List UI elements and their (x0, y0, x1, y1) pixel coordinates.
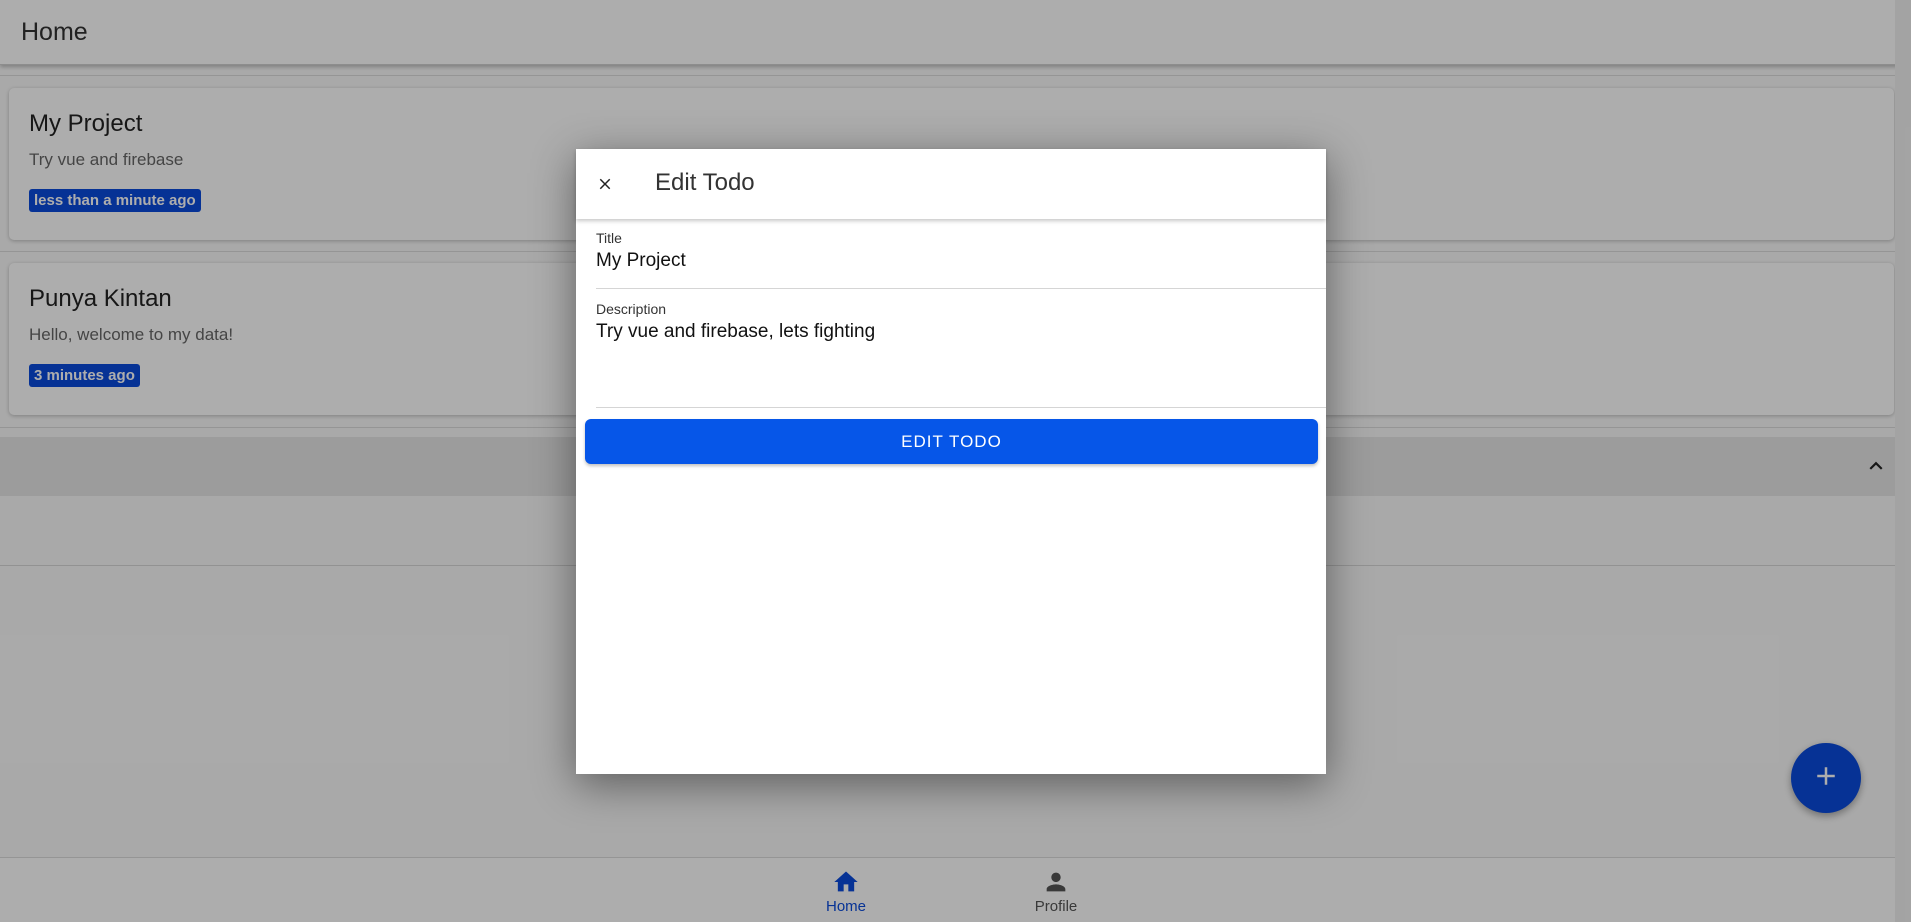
description-textarea[interactable]: Try vue and firebase, lets fighting (596, 321, 1326, 391)
dialog-title: Edit Todo (655, 169, 755, 196)
close-icon[interactable] (592, 171, 618, 197)
dialog-toolbar: Edit Todo (576, 149, 1326, 219)
description-label: Description (596, 301, 667, 317)
title-label: Title (596, 230, 622, 246)
description-field: Description Try vue and firebase, lets f… (596, 301, 1326, 408)
edit-todo-button[interactable]: EDIT TODO (585, 419, 1318, 464)
title-field: Title (596, 230, 1326, 289)
title-input[interactable] (596, 250, 1326, 272)
edit-todo-dialog: Edit Todo Title Description Try vue and … (576, 149, 1326, 774)
